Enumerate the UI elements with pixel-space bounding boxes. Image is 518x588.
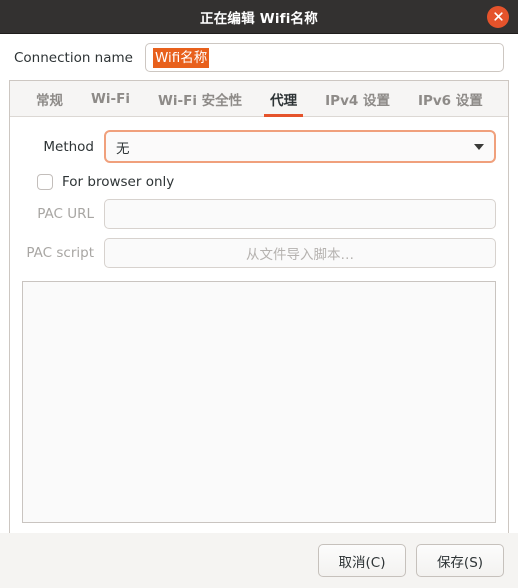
tab-general-label: 常规: [36, 92, 63, 109]
dialog-footer: 取消(C) 保存(S): [0, 533, 518, 588]
tab-ipv6-settings-label: IPv6 设置: [417, 92, 483, 109]
pac-script-import-button[interactable]: 从文件导入脚本…: [104, 238, 496, 268]
pac-url-row: PAC URL: [22, 199, 496, 229]
tab-wifi[interactable]: Wi-Fi: [77, 81, 144, 116]
pac-url-label: PAC URL: [37, 206, 94, 222]
pac-script-row: PAC script 从文件导入脚本…: [22, 238, 496, 268]
pac-url-input[interactable]: [104, 199, 496, 229]
connection-name-label: Connection name: [14, 49, 133, 66]
browser-only-label[interactable]: For browser only: [62, 174, 174, 190]
connection-name-row: Connection name Wifi名称: [0, 34, 518, 80]
tab-proxy[interactable]: 代理: [256, 81, 311, 117]
dialog-body: Connection name Wifi名称 常规 Wi-Fi Wi-Fi 安全…: [0, 34, 518, 533]
tab-ipv4-settings[interactable]: IPv4 设置: [311, 81, 404, 116]
tab-ipv6-settings[interactable]: IPv6 设置: [404, 81, 497, 116]
tab-general[interactable]: 常规: [22, 81, 77, 116]
pac-script-label: PAC script: [26, 245, 94, 261]
settings-notebook: 常规 Wi-Fi Wi-Fi 安全性 代理 IPv4 设置 IPv6 设置 Me…: [9, 80, 509, 533]
method-value: 无: [116, 140, 130, 157]
cancel-button[interactable]: 取消(C): [318, 544, 406, 577]
close-icon[interactable]: [487, 5, 509, 28]
tab-wifi-label: Wi-Fi: [91, 90, 130, 107]
connection-name-value: Wifi名称: [152, 47, 210, 68]
proxy-tab-page: Method 无 For browser only PAC URL PAC sc…: [10, 117, 508, 533]
browser-only-checkbox[interactable]: [37, 174, 53, 190]
pac-script-value: 从文件导入脚本…: [246, 247, 354, 263]
method-label: Method: [43, 138, 94, 155]
tab-wifi-security[interactable]: Wi-Fi 安全性: [144, 81, 256, 116]
tab-wifi-security-label: Wi-Fi 安全性: [157, 92, 243, 109]
tab-ipv4-settings-label: IPv4 设置: [325, 92, 390, 109]
chevron-down-icon: [474, 143, 484, 150]
pac-script-textarea[interactable]: [22, 281, 496, 523]
save-button[interactable]: 保存(S): [416, 544, 504, 577]
browser-only-row: For browser only: [37, 174, 496, 190]
connection-name-input[interactable]: Wifi名称: [144, 43, 504, 72]
method-dropdown[interactable]: 无: [104, 130, 496, 163]
titlebar: 正在编辑 Wifi名称: [0, 0, 518, 34]
tab-strip: 常规 Wi-Fi Wi-Fi 安全性 代理 IPv4 设置 IPv6 设置: [10, 81, 508, 117]
method-row: Method 无: [22, 130, 496, 163]
edit-connection-dialog: 正在编辑 Wifi名称 Connection name Wifi名称 常规 Wi…: [0, 0, 518, 588]
tab-proxy-label: 代理: [270, 92, 298, 109]
window-title: 正在编辑 Wifi名称: [200, 10, 318, 27]
